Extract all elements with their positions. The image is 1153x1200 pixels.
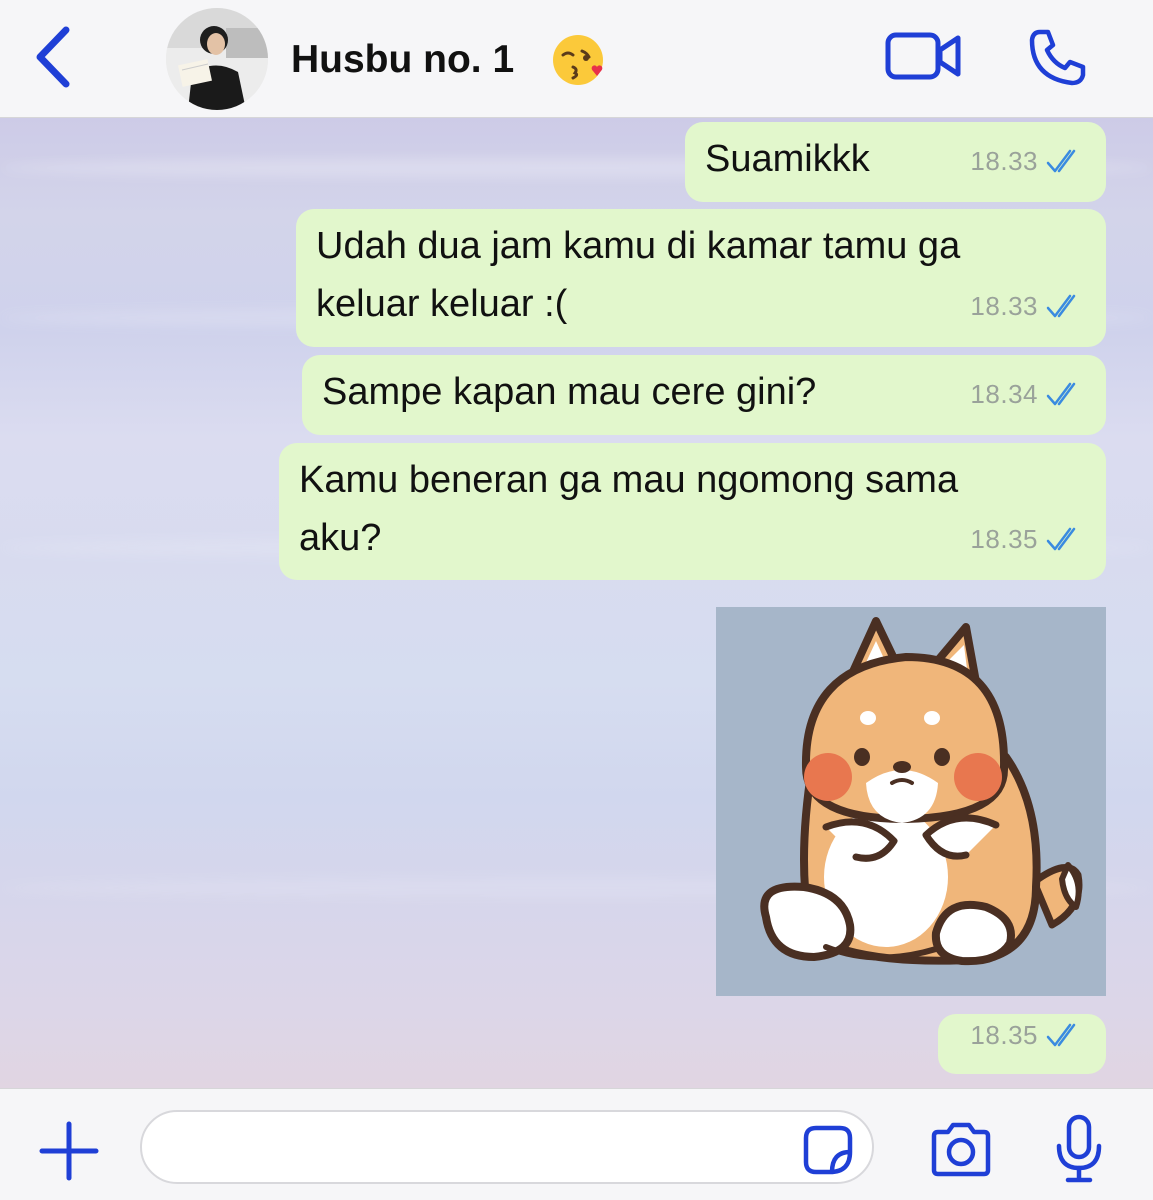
- message-bubble[interactable]: Suamikkk 18.33: [685, 122, 1106, 202]
- camera-button[interactable]: [928, 1120, 994, 1178]
- message-time: 18.35: [970, 524, 1038, 554]
- contact-avatar[interactable]: [166, 8, 268, 110]
- double-check-icon: [1046, 527, 1076, 551]
- voice-call-button[interactable]: [1026, 26, 1088, 88]
- message-meta: 18.35: [970, 510, 1084, 568]
- video-camera-icon: [885, 32, 961, 80]
- contact-name[interactable]: Husbu no. 1: [291, 38, 514, 82]
- double-check-icon: [1046, 382, 1076, 406]
- sticker-button[interactable]: [802, 1124, 854, 1176]
- message-meta: 18.33: [970, 277, 1084, 335]
- message-time: 18.35: [970, 1020, 1038, 1050]
- phone-icon: [1029, 29, 1086, 86]
- avatar-photo: [166, 8, 268, 110]
- back-button[interactable]: [28, 24, 80, 90]
- message-bubble[interactable]: Udah dua jam kamu di kamar tamu ga kelua…: [296, 209, 1106, 347]
- plus-icon: [39, 1121, 99, 1181]
- message-bubble[interactable]: Kamu beneran ga mau ngomong sama aku? 18…: [279, 443, 1106, 580]
- sticker-icon: [803, 1125, 853, 1175]
- message-input[interactable]: [140, 1110, 874, 1184]
- message-meta: 18.34: [970, 365, 1084, 423]
- sticker-time-bubble[interactable]: 18.35: [938, 1014, 1106, 1074]
- shiba-dog-illustration: [716, 607, 1106, 996]
- chevron-left-icon: [36, 26, 70, 88]
- message-time: 18.33: [970, 146, 1038, 176]
- shiba-dog-sticker[interactable]: [716, 607, 1106, 996]
- message-time: 18.34: [970, 379, 1038, 409]
- microphone-button[interactable]: [1054, 1114, 1104, 1184]
- attach-button[interactable]: [38, 1120, 100, 1182]
- double-check-icon: [1046, 1023, 1076, 1047]
- message-meta: 18.33: [970, 132, 1084, 190]
- video-call-button[interactable]: [884, 30, 964, 82]
- message-text: Kamu beneran ga mau ngomong sama aku?: [299, 459, 959, 559]
- double-check-icon: [1046, 294, 1076, 318]
- message-meta: 18.35: [970, 1006, 1084, 1064]
- message-bubble[interactable]: Sampe kapan mau cere gini? 18.34: [302, 355, 1106, 435]
- camera-icon: [931, 1122, 991, 1177]
- face-blowing-kiss-emoji: [551, 31, 607, 87]
- message-list[interactable]: Suamikkk 18.33 Udah dua jam kamu di kama…: [0, 118, 1153, 1088]
- message-time: 18.33: [970, 291, 1038, 321]
- double-check-icon: [1046, 149, 1076, 173]
- microphone-icon: [1056, 1114, 1102, 1183]
